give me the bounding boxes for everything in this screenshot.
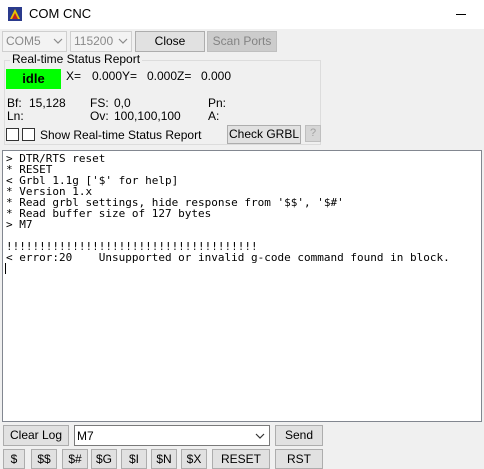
text-caret [5,263,6,274]
ov-value: 100,100,100 [114,109,181,123]
log-line: > M7 [6,218,33,231]
clear-log-label: Clear Log [9,428,63,442]
cmd-parameters-button[interactable]: $# [62,449,88,469]
send-button[interactable]: Send [275,425,323,446]
cmd-settings-button[interactable]: $$ [31,449,57,469]
port-value: COM5 [6,34,41,48]
rst-label: RST [287,452,311,466]
z-label: Z= [177,69,192,83]
title-bar: COM CNC [0,0,484,29]
command-input[interactable] [74,425,270,446]
ov-label: Ov: [90,109,109,123]
scan-ports-label: Scan Ports [212,34,272,48]
port-select[interactable]: COM5 [2,31,67,52]
chevron-down-icon [118,38,128,44]
ln-label: Ln: [7,109,24,123]
close-button-label: Close [154,34,186,48]
x-label: X= [66,69,82,83]
reset-label: RESET [220,452,261,466]
chevron-down-icon [53,38,63,44]
state-badge: idle [6,69,61,89]
cmd-startup-blocks-button[interactable]: $N [151,449,177,469]
baud-select[interactable]: 115200 [70,31,132,52]
clear-log-button[interactable]: Clear Log [3,425,69,446]
a-label: A: [208,109,220,123]
fs-label: FS: [90,96,109,110]
show-realtime-checkbox[interactable] [22,128,35,141]
rst-button[interactable]: RST [275,449,323,469]
x-value: 0.000 [92,69,123,83]
y-label: Y= [122,69,138,83]
log-line: * Read buffer size of 127 bytes [6,207,212,220]
minimize-button[interactable] [438,0,484,29]
check-grbl-button[interactable]: Check GRBL [227,125,301,144]
y-value: 0.000 [147,69,178,83]
bf-label: Bf: [7,96,22,110]
console-log[interactable]: > DTR/RTS reset * RESET < Grbl 1.1g ['$'… [2,150,482,422]
cmd-gcode-state-button[interactable]: $G [91,449,117,469]
command-field[interactable] [77,428,247,443]
log-line: < error:20 Unsupported or invalid g-code… [6,251,450,264]
bf-value: 15,128 [29,96,66,110]
cmd-startup-blocks-label: $N [156,452,172,466]
baud-value: 115200 [74,34,114,48]
z-value: 0.000 [201,69,232,83]
reset-button[interactable]: RESET [212,449,270,469]
status-group-title: Real-time Status Report [10,52,143,66]
cmd-unlock-button[interactable]: $X [181,449,207,469]
pn-label: Pn: [208,96,227,110]
cmd-build-info-button[interactable]: $I [121,449,147,469]
cmd-gcode-state-label: $G [95,452,112,466]
cmd-unlock-label: $X [186,452,202,466]
cmd-build-info-label: $I [128,452,139,466]
chevron-down-icon[interactable] [255,432,265,440]
extra-checkbox[interactable] [6,128,19,141]
cmd-settings-label: $$ [37,452,51,466]
close-button[interactable]: Close [135,31,205,52]
window-title: COM CNC [29,6,92,21]
cmd-parameters-label: $# [68,452,82,466]
help-button[interactable]: ? [305,125,321,142]
fs-value: 0,0 [114,96,131,110]
show-realtime-label[interactable]: Show Real-time Status Report [40,128,201,142]
app-icon [8,7,22,21]
cmd-dollar-label: $ [10,452,18,466]
check-grbl-label: Check GRBL [228,127,300,141]
cmd-dollar-button[interactable]: $ [3,449,25,469]
send-label: Send [284,428,314,442]
scan-ports-button[interactable]: Scan Ports [207,31,277,52]
